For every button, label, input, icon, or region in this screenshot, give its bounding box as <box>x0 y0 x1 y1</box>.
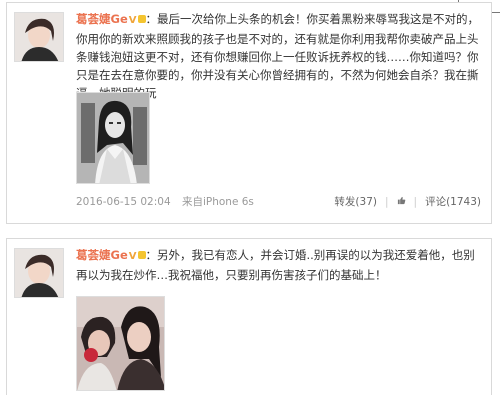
post-meta: 2016-06-15 02:04 来自iPhone 6s <box>76 194 262 209</box>
weibo-post-1: 葛荟婕GeV ：最后一次给你上头条的机会！你买着黑粉来辱骂我这是不对的，你用你的新… <box>6 2 492 224</box>
username-link[interactable]: 葛荟婕Ge <box>76 248 128 262</box>
verified-badge-icon: V <box>128 251 137 262</box>
thumb-up-icon <box>397 196 405 204</box>
username-link[interactable]: 葛荟婕Ge <box>76 12 128 26</box>
post-actions: 转发(37) | | 评论(1743) <box>326 194 489 209</box>
post-photo[interactable] <box>76 296 165 391</box>
verified-badge-icon: V <box>128 15 137 26</box>
avatar[interactable] <box>14 12 64 62</box>
repost-button[interactable]: 转发(37) <box>326 194 385 209</box>
weibo-post-2: 葛荟婕GeV ：另外，我已有恋人，并会订婚..别再误的以为我还爱着他，也别再以为我… <box>6 238 492 395</box>
post-text: 葛荟婕GeV ：最后一次给你上头条的机会！你买着黑粉来辱骂我这是不对的，你用你的新… <box>76 10 485 102</box>
member-crown-icon <box>137 251 146 259</box>
like-button[interactable] <box>389 196 414 208</box>
post-text: 葛荟婕GeV ：另外，我已有恋人，并会订婚..别再误的以为我还爱着他，也别再以为我… <box>76 246 485 284</box>
post-source: 来自iPhone 6s <box>181 196 254 208</box>
avatar[interactable] <box>14 248 64 298</box>
post-photo[interactable] <box>76 92 150 184</box>
post-timestamp[interactable]: 2016-06-15 02:04 <box>76 196 171 208</box>
member-crown-icon <box>137 15 146 23</box>
comment-button[interactable]: 评论(1743) <box>417 194 489 209</box>
